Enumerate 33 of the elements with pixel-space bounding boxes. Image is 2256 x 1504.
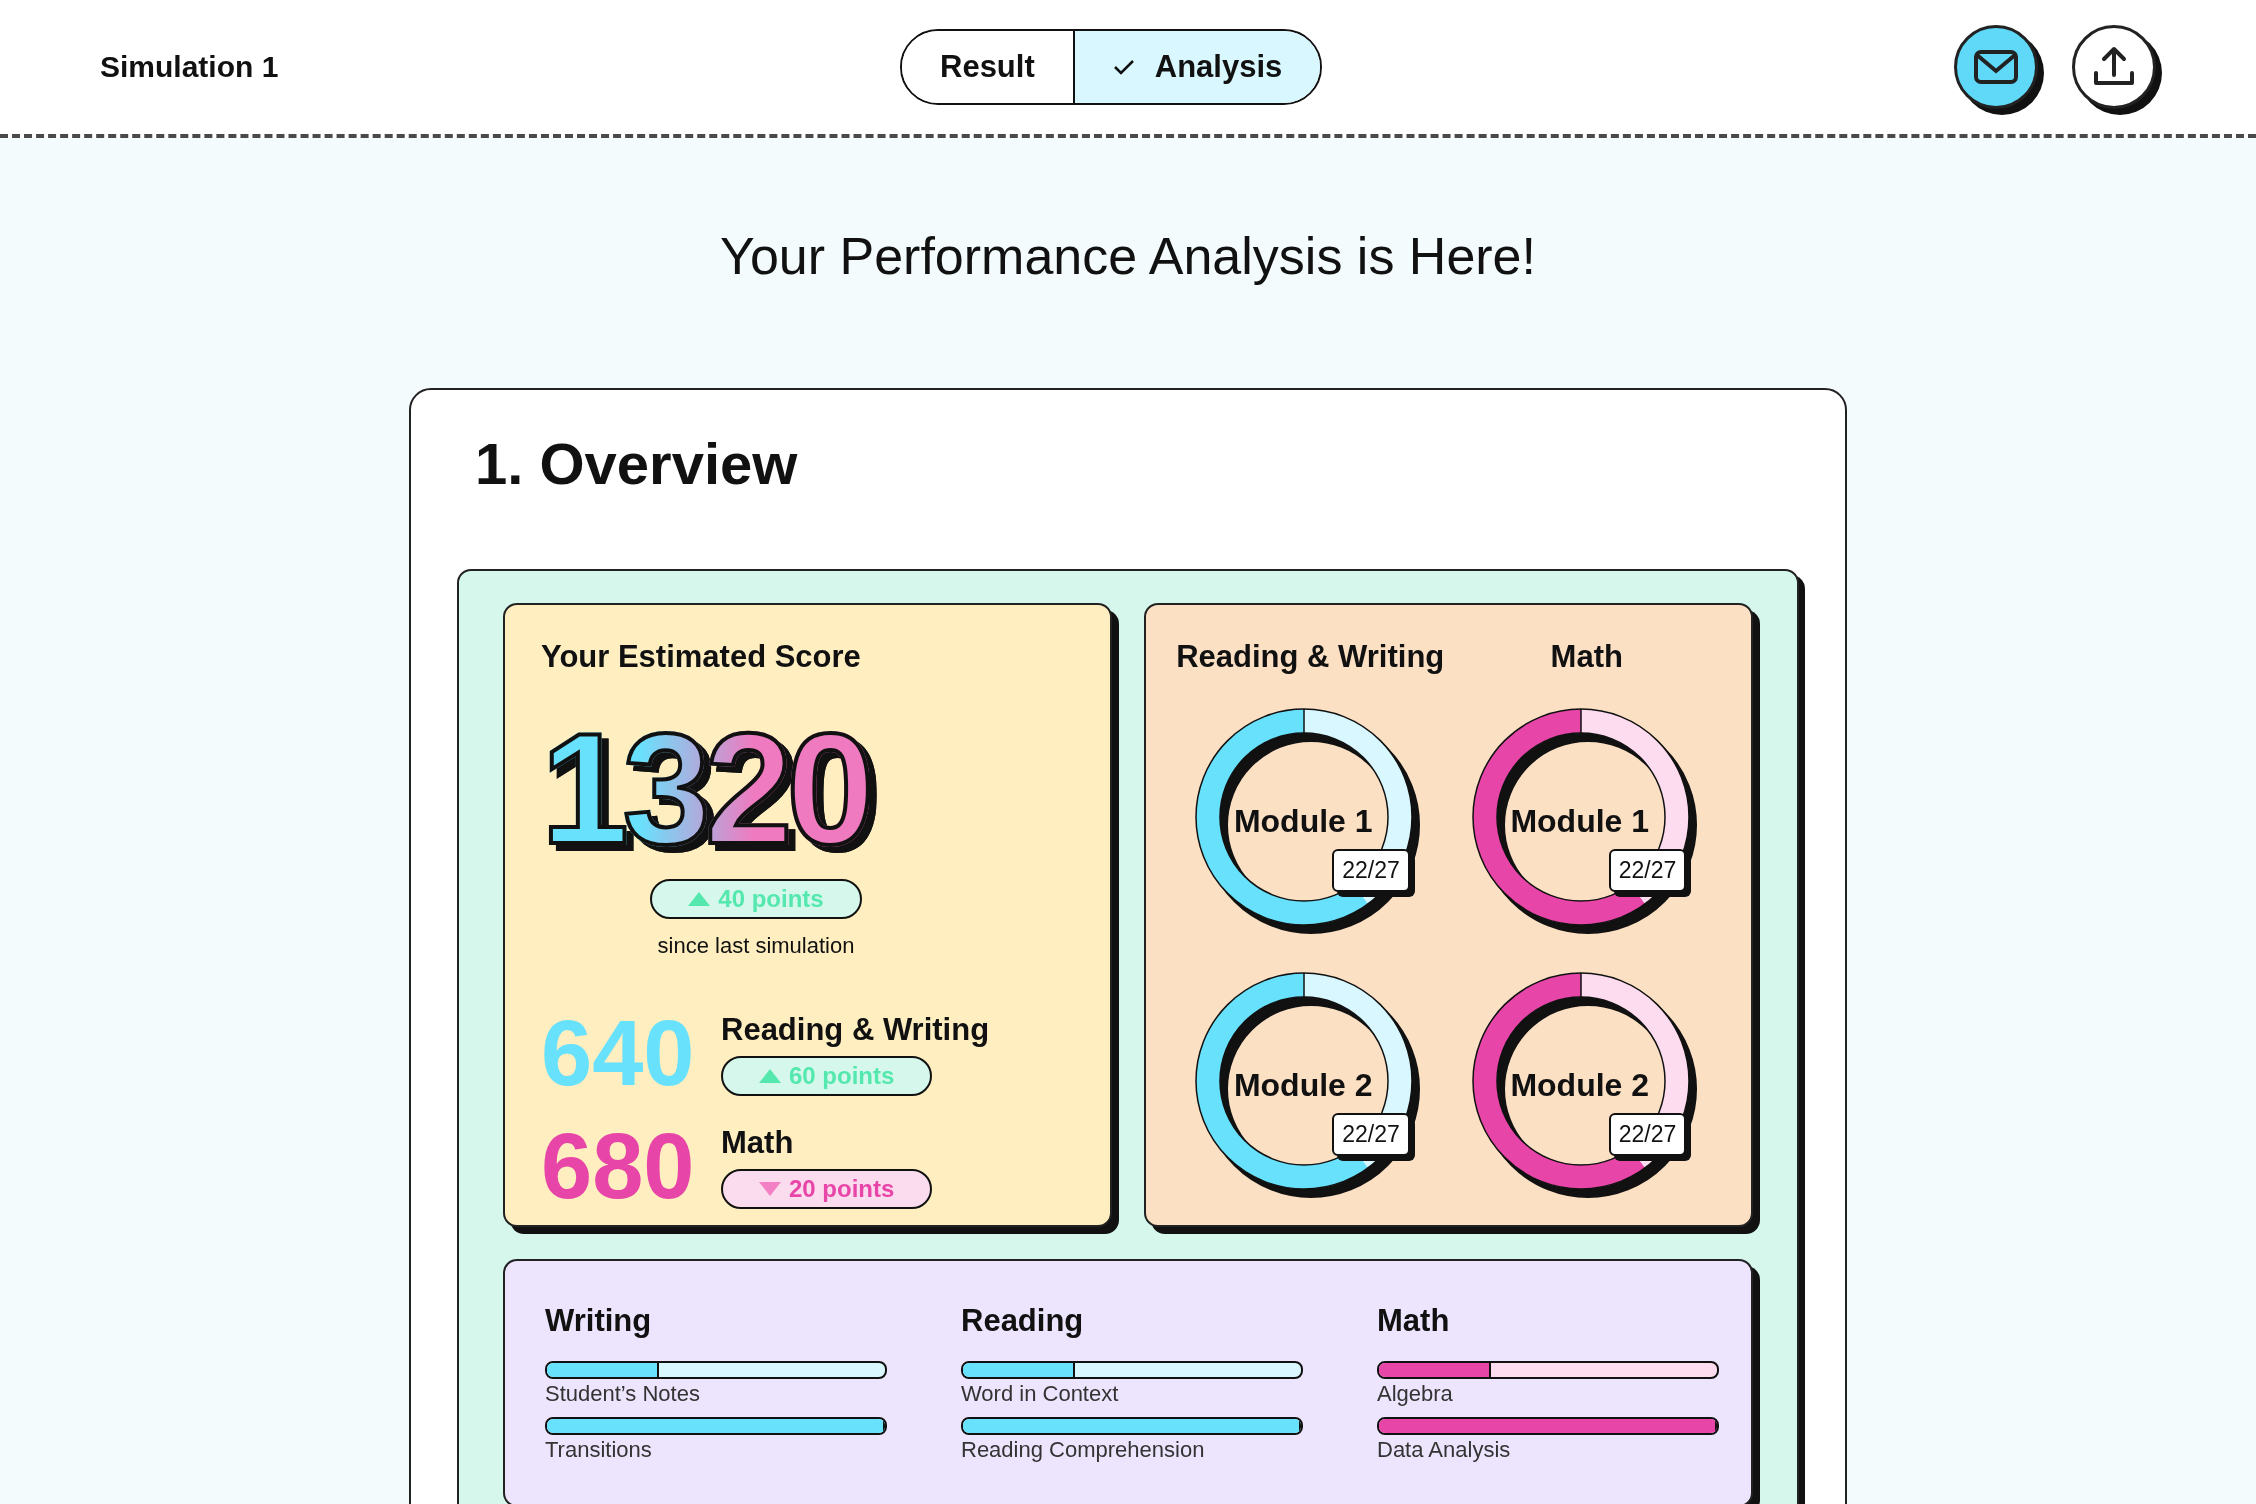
simulation-title: Simulation 1 xyxy=(100,50,280,84)
skill-label: Algebra xyxy=(1377,1381,1454,1407)
subject-heading: Reading & Writing xyxy=(1176,639,1445,675)
card-heading: Your Estimated Score xyxy=(541,639,862,675)
section-name: Math xyxy=(721,1124,794,1161)
skill-label: Student’s Notes xyxy=(545,1381,701,1407)
section-score: 640 xyxy=(541,1001,696,1106)
score-change: 60 points xyxy=(721,1055,933,1096)
section-score: 680 xyxy=(541,1114,696,1219)
score-change: 20 points xyxy=(721,1168,933,1209)
module-label: Module 1 xyxy=(1232,803,1374,840)
skill-label: Word in Context xyxy=(961,1381,1120,1407)
skill-group-heading: Writing xyxy=(545,1303,653,1339)
check-icon xyxy=(1112,59,1135,75)
skill-label: Data Analysis xyxy=(1377,1437,1512,1463)
module-label: Module 1 xyxy=(1509,803,1651,840)
up-triangle-icon xyxy=(759,1068,781,1083)
score-change: 40 points xyxy=(650,879,862,919)
subject-heading: Math xyxy=(1550,639,1623,675)
up-triangle-icon xyxy=(688,892,711,906)
skill-label: Transitions xyxy=(545,1437,653,1463)
skill-label: Reading Comprehension xyxy=(961,1437,1206,1463)
skill-group-heading: Math xyxy=(1377,1303,1451,1339)
change-caption: since last simulation xyxy=(657,933,855,959)
skill-group-heading: Reading xyxy=(961,1303,1085,1339)
module-label: Module 2 xyxy=(1509,1067,1651,1104)
section-heading: 1. Overview xyxy=(475,430,799,497)
view-tab[interactable]: Analysis xyxy=(1072,31,1321,103)
down-triangle-icon xyxy=(759,1181,781,1196)
mail-icon xyxy=(1973,49,2019,85)
page-title: Your Performance Analysis is Here! xyxy=(719,226,1537,287)
section-name: Reading & Writing xyxy=(721,1011,990,1048)
module-label: Module 2 xyxy=(1232,1067,1374,1104)
